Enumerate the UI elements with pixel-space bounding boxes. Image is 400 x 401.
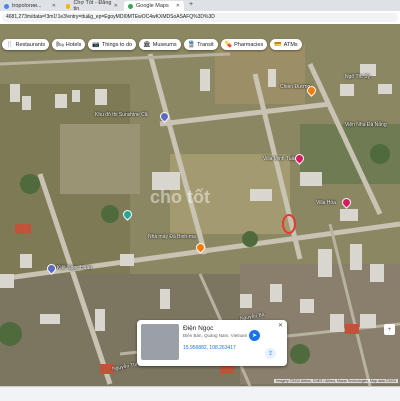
label-villa-hoa[interactable]: Villa Hòa: [316, 200, 336, 206]
camera-icon: 📷: [92, 42, 100, 48]
label-khu-do-thi[interactable]: Khu đô thị Sunshine Că: [95, 112, 148, 118]
atm-icon: 💳: [274, 42, 282, 48]
share-icon: ⇪: [267, 351, 274, 357]
tab-label: tropoloгии...: [12, 3, 42, 9]
selected-location-marker[interactable]: [282, 214, 296, 234]
place-title: Điện Ngọc: [183, 325, 214, 332]
label-ngo-thi-sy[interactable]: Ngô Thì Sỹ: [345, 74, 370, 80]
place-subtitle: Điện Bàn, Quảng Nam, Vietnam: [183, 333, 248, 338]
favicon-icon: [4, 3, 9, 9]
chip-museums[interactable]: 🏛 Museums: [139, 39, 181, 50]
museum-icon: 🏛: [143, 42, 151, 48]
directions-button[interactable]: ➤: [249, 330, 260, 341]
fork-knife-icon: 🍴: [6, 42, 14, 48]
tab-label: Google Maps: [136, 3, 169, 9]
place-thumbnail[interactable]: [141, 324, 179, 360]
bed-icon: 🛏: [56, 42, 64, 48]
label-nha-may[interactable]: Nhà máy Đá Binh-ma: [148, 234, 196, 240]
close-icon[interactable]: ✕: [52, 3, 56, 9]
close-icon[interactable]: ✕: [278, 322, 283, 329]
chip-atms[interactable]: 💳 ATMs: [270, 39, 302, 50]
url-input[interactable]: 4681,273m/data=!3m1!1e3!entry=ttu&g_ep=E…: [2, 13, 398, 22]
chip-restaurants[interactable]: 🍴 Restaurants: [2, 39, 50, 50]
address-bar: 4681,273m/data=!3m1!1e3!entry=ttu&g_ep=E…: [0, 11, 400, 25]
browser-tab-2[interactable]: Chợ Tốt - Đăng tin ✕: [62, 0, 122, 12]
directions-icon: ➤: [251, 333, 258, 339]
pill-icon: 💊: [224, 42, 233, 48]
browser-tab-1[interactable]: tropoloгии... ✕: [0, 1, 60, 11]
close-icon[interactable]: ✕: [176, 3, 180, 9]
category-chips: 🍴 Restaurants 🛏 Hotels 📷 Things to do 🏛 Muse…: [2, 39, 302, 50]
browser-tabbar: tropoloгии... ✕ Chợ Tốt - Đăng tin ✕ Goo…: [0, 0, 400, 12]
browser-tab-3[interactable]: Google Maps ✕: [124, 1, 184, 11]
label-kiet[interactable]: Kiệt Ngọc Huân: [57, 265, 92, 271]
favicon-icon: [66, 3, 71, 9]
taskbar: [0, 386, 400, 401]
map-attribution: Imagery ©2024 Airbus, CNES / Airbus, Max…: [274, 379, 398, 383]
chip-things-to-do[interactable]: 📷 Things to do: [88, 39, 137, 50]
close-icon[interactable]: ✕: [114, 3, 118, 9]
watermark-text: cho tốt: [150, 187, 210, 207]
chip-transit[interactable]: 🚆 Transit: [183, 39, 218, 50]
label-vien-nha[interactable]: Viện Nha Đà Nẵng: [345, 122, 387, 128]
favicon-icon: [128, 3, 133, 9]
place-card[interactable]: Điện Ngọc Điện Bàn, Quảng Nam, Vietnam 1…: [137, 320, 287, 366]
share-button[interactable]: ⇪: [265, 348, 276, 359]
place-coordinates[interactable]: 15.956882, 108.263417: [183, 345, 236, 351]
train-icon: 🚆: [187, 42, 196, 48]
label-villa-minh[interactable]: Villa Minh Tuấn: [263, 156, 297, 162]
chip-pharmacies[interactable]: 💊 Pharmacies: [220, 39, 268, 50]
new-tab-icon[interactable]: +: [189, 1, 193, 8]
chip-hotels[interactable]: 🛏 Hotels: [52, 39, 86, 50]
zoom-in-button[interactable]: +: [384, 324, 395, 335]
